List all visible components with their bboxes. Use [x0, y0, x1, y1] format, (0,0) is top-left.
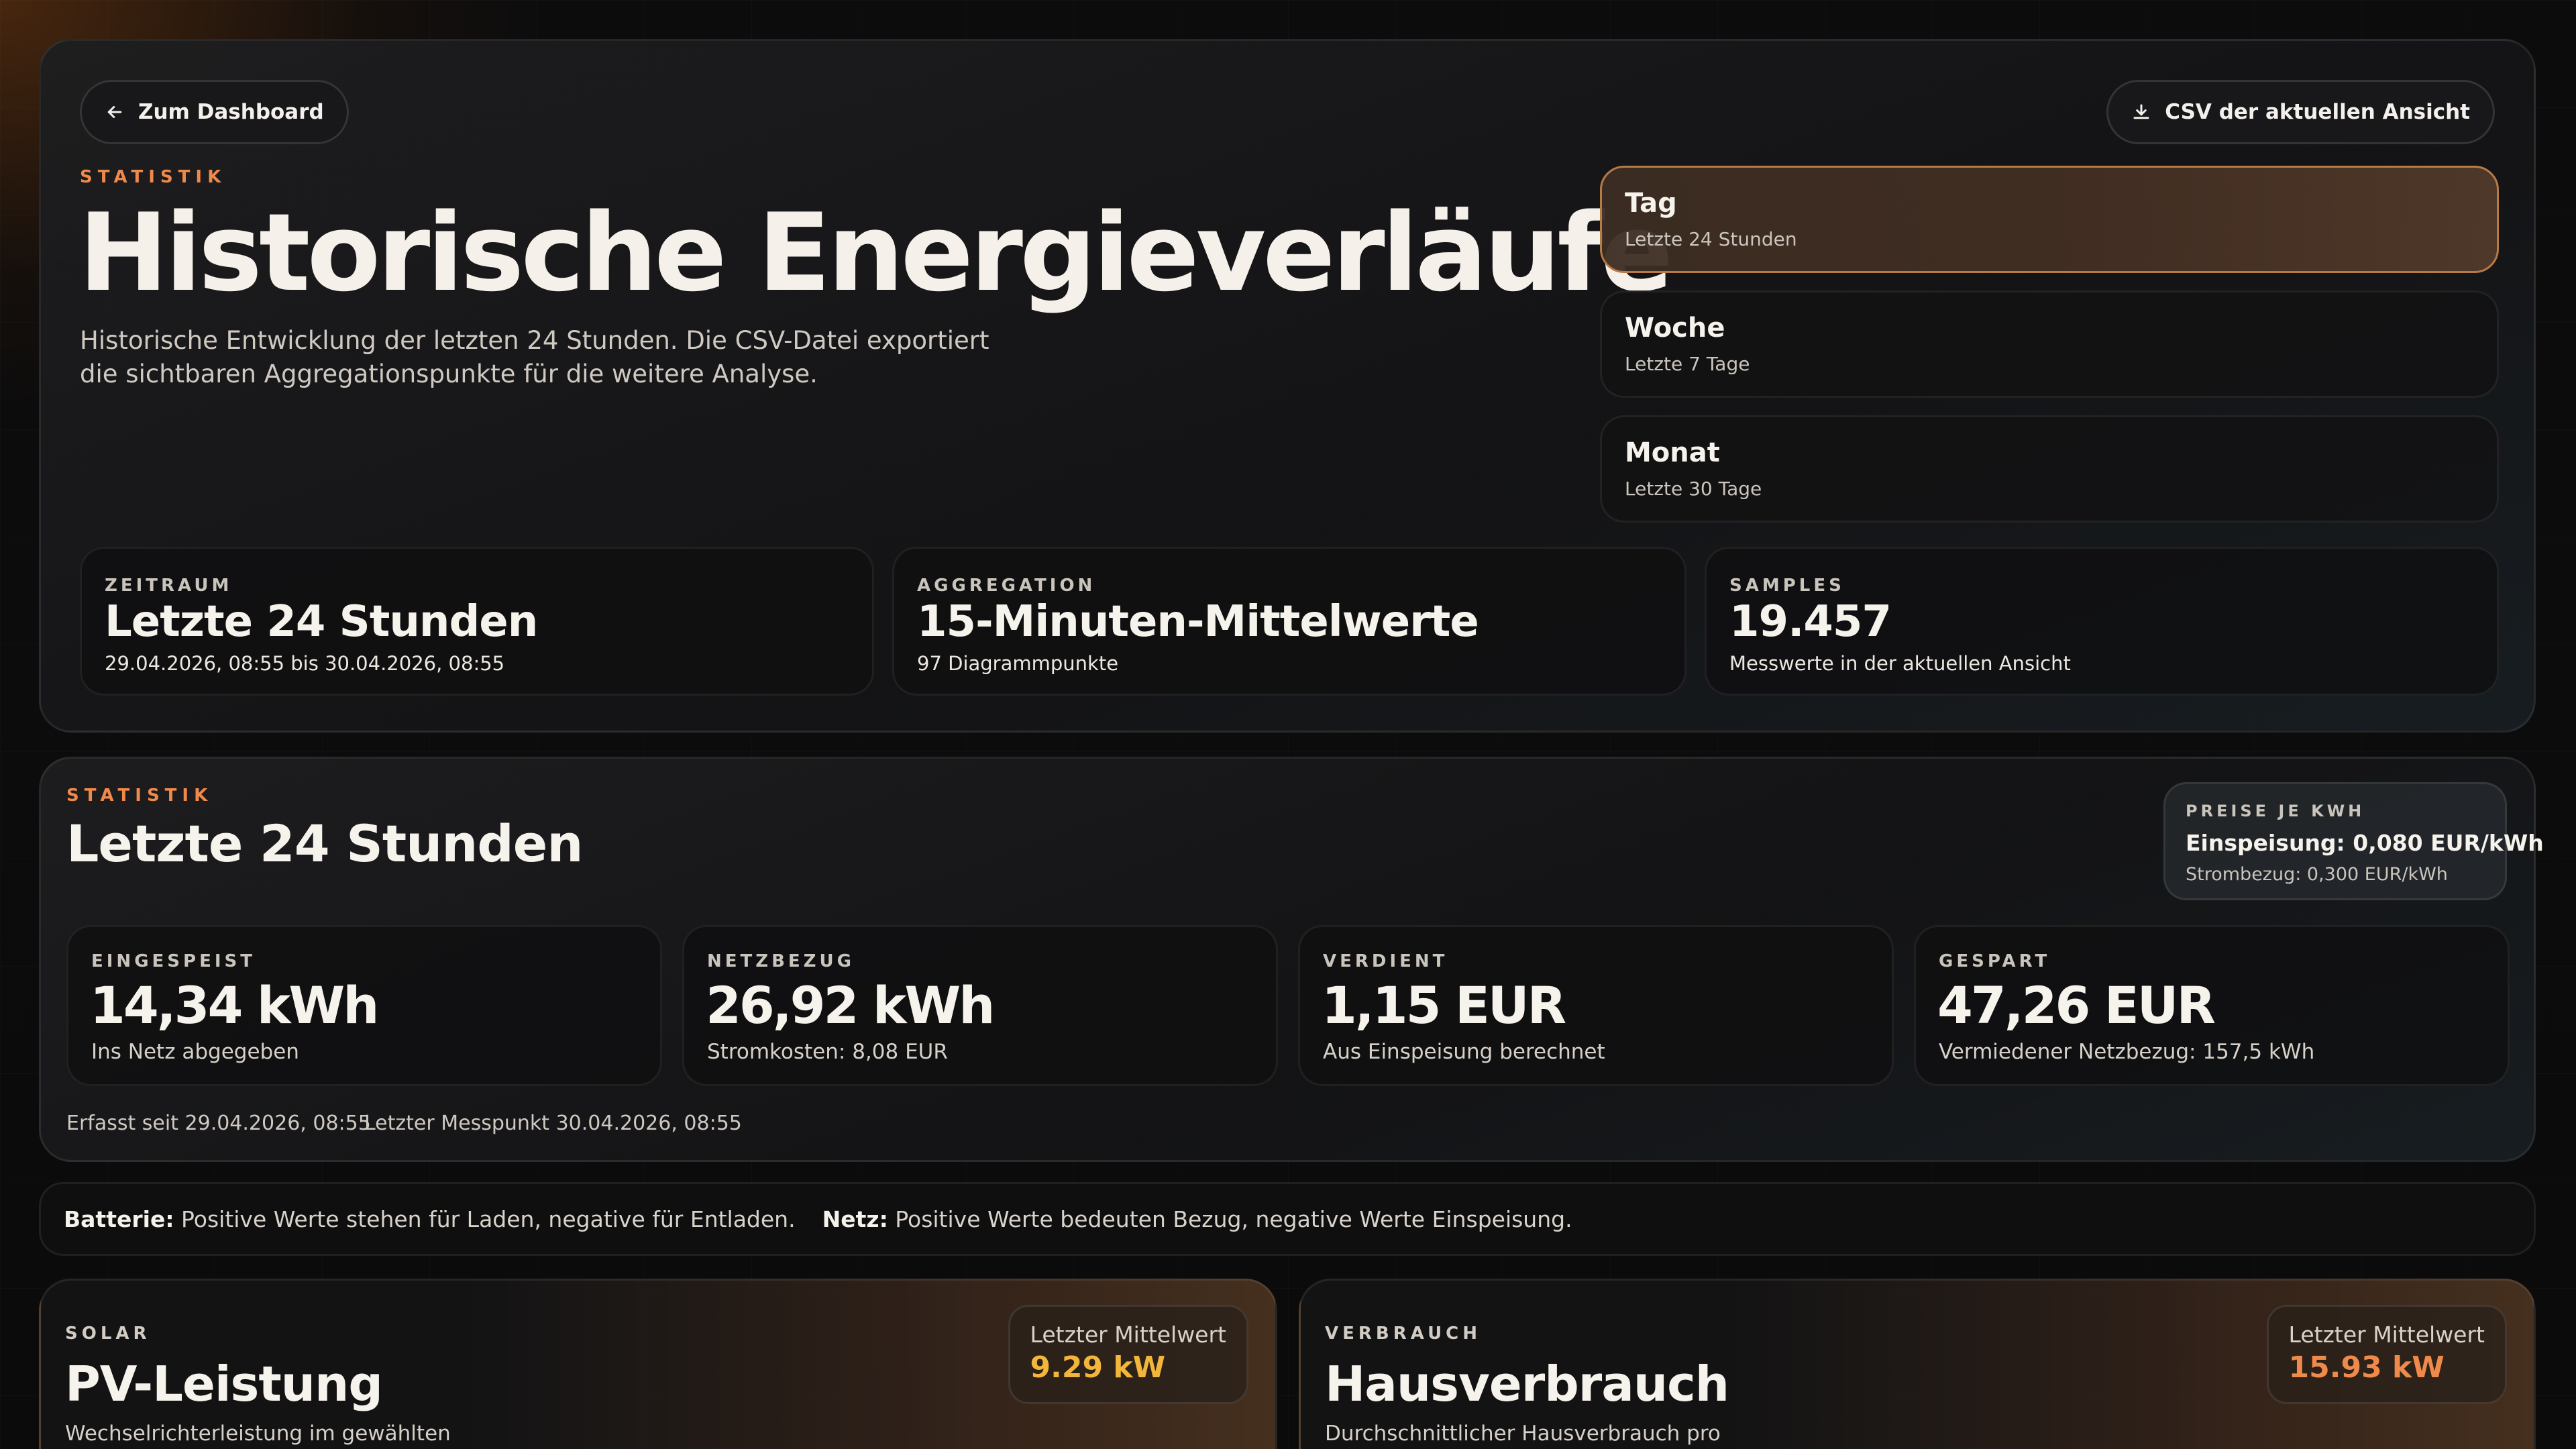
- csv-export-button[interactable]: CSV der aktuellen Ansicht: [2106, 80, 2495, 144]
- sign-legend-bar: Batterie: Positive Werte stehen für Lade…: [39, 1182, 2536, 1256]
- metric-card-feed-in: Eingespeist 14,34 kWh Ins Netz abgegeben: [66, 925, 662, 1086]
- info-card-aggregation: Aggregation 15-Minuten-Mittelwerte 97 Di…: [892, 547, 1686, 696]
- metric-value: 14,34 kWh: [90, 975, 379, 1035]
- chart-sub: Durchschnittlicher Hausverbrauch pro: [1325, 1421, 1721, 1446]
- price-feed-in: Einspeisung: 0,080 EUR/kWh: [2186, 830, 2544, 856]
- section-eyebrow: Statistik: [80, 167, 227, 187]
- metric-value: 1,15 EUR: [1322, 975, 1566, 1035]
- price-label: PREISE JE KWH: [2186, 802, 2365, 820]
- metric-label: Eingespeist: [91, 951, 256, 971]
- metric-label: Gespart: [1939, 951, 2051, 971]
- chart-eyebrow: SOLAR: [65, 1324, 151, 1344]
- battery-legend-label: Batterie:: [64, 1205, 174, 1232]
- arrow-left-icon: [107, 106, 122, 118]
- info-card-value: 19.457: [1729, 597, 1892, 647]
- last-average-box: Letzter Mittelwert 15.93 kW: [2266, 1305, 2507, 1404]
- metric-label: Verdient: [1323, 951, 1448, 971]
- chart-title: Hausverbrauch: [1325, 1356, 1729, 1412]
- info-card-sub: Messwerte in der aktuellen Ansicht: [1729, 652, 2071, 675]
- range-option-sub: Letzte 30 Tage: [1625, 478, 1762, 500]
- metric-sub: Ins Netz abgegeben: [91, 1040, 299, 1064]
- back-to-dashboard-button[interactable]: Zum Dashboard: [80, 80, 349, 144]
- price-grid: Strombezug: 0,300 EUR/kWh: [2186, 864, 2448, 885]
- range-option-label: Tag: [1625, 188, 1677, 219]
- info-card-label: Zeitraum: [105, 576, 233, 596]
- range-option-week[interactable]: Woche Letzte 7 Tage: [1600, 290, 2499, 398]
- metric-sub: Stromkosten: 8,08 EUR: [707, 1040, 948, 1064]
- last-point-note: Letzter Messpunkt 30.04.2026, 08:55: [364, 1112, 742, 1135]
- metric-sub: Aus Einspeisung berechnet: [1323, 1040, 1605, 1064]
- range-option-label: Woche: [1625, 313, 1725, 343]
- grid-legend: Netz: Positive Werte bedeuten Bezug, neg…: [822, 1206, 1572, 1232]
- stats-title: Letzte 24 Stunden: [66, 814, 583, 873]
- page-title: Historische Energieverläufe: [78, 190, 1673, 315]
- last-average-label: Letzter Mittelwert: [1030, 1322, 1226, 1348]
- metric-card-saved: Gespart 47,26 EUR Vermiedener Netzbezug:…: [1914, 925, 2510, 1086]
- chart-sub: Wechselrichterleistung im gewählten: [65, 1421, 451, 1446]
- chart-title: PV-Leistung: [65, 1356, 383, 1412]
- stats-eyebrow: Statistik: [66, 786, 213, 806]
- range-option-month[interactable]: Monat Letzte 30 Tage: [1600, 415, 2499, 523]
- battery-legend-text: Positive Werte stehen für Laden, negativ…: [181, 1205, 796, 1232]
- metric-card-grid-import: Netzbezug 26,92 kWh Stromkosten: 8,08 EU…: [682, 925, 1278, 1086]
- info-card-label: Aggregation: [917, 576, 1096, 596]
- info-card-sub: 29.04.2026, 08:55 bis 30.04.2026, 08:55: [105, 652, 505, 675]
- recorded-since-note: Erfasst seit 29.04.2026, 08:55: [66, 1112, 371, 1135]
- last-average-value: 15.93 kW: [2288, 1350, 2445, 1385]
- chart-panel-solar: SOLAR PV-Leistung Wechselrichterleistung…: [39, 1279, 1277, 1449]
- range-option-label: Monat: [1625, 437, 1720, 468]
- metric-sub: Vermiedener Netzbezug: 157,5 kWh: [1939, 1040, 2315, 1064]
- back-to-dashboard-label: Zum Dashboard: [138, 100, 324, 124]
- last-average-value: 9.29 kW: [1030, 1350, 1166, 1385]
- chart-panel-consumption: VERBRAUCH Hausverbrauch Durchschnittlich…: [1299, 1279, 2536, 1449]
- grid-legend-label: Netz:: [822, 1205, 888, 1232]
- metric-label: Netzbezug: [707, 951, 855, 971]
- range-option-sub: Letzte 7 Tage: [1625, 353, 1750, 375]
- range-option-day[interactable]: Tag Letzte 24 Stunden: [1600, 166, 2499, 273]
- metric-value: 47,26 EUR: [1937, 975, 2216, 1035]
- info-card-label: Samples: [1729, 576, 1845, 596]
- header-panel: Zum Dashboard CSV der aktuellen Ansicht …: [39, 39, 2536, 733]
- price-per-kwh-box: PREISE JE KWH Einspeisung: 0,080 EUR/kWh…: [2163, 782, 2544, 900]
- info-card-value: 15-Minuten-Mittelwerte: [917, 597, 1479, 647]
- download-icon: [2133, 104, 2149, 119]
- range-option-sub: Letzte 24 Stunden: [1625, 228, 1797, 250]
- page-description: Historische Entwicklung der letzten 24 S…: [80, 326, 989, 388]
- battery-legend: Batterie: Positive Werte stehen für Lade…: [64, 1206, 796, 1232]
- stats-panel: Statistik Letzte 24 Stunden Eingespeist …: [39, 757, 2536, 1162]
- info-card-value: Letzte 24 Stunden: [105, 597, 538, 647]
- last-average-box: Letzter Mittelwert 9.29 kW: [1008, 1305, 1248, 1404]
- info-card-samples: Samples 19.457 Messwerte in der aktuelle…: [1705, 547, 2499, 696]
- csv-export-label: CSV der aktuellen Ansicht: [2165, 100, 2470, 124]
- metric-value: 26,92 kWh: [706, 975, 995, 1035]
- info-card-sub: 97 Diagrammpunkte: [917, 652, 1119, 675]
- grid-legend-text: Positive Werte bedeuten Bezug, negative …: [895, 1205, 1572, 1232]
- chart-eyebrow: VERBRAUCH: [1325, 1324, 1482, 1344]
- info-card-period: Zeitraum Letzte 24 Stunden 29.04.2026, 0…: [80, 547, 874, 696]
- last-average-label: Letzter Mittelwert: [2288, 1322, 2485, 1348]
- metric-card-earned: Verdient 1,15 EUR Aus Einspeisung berech…: [1298, 925, 1894, 1086]
